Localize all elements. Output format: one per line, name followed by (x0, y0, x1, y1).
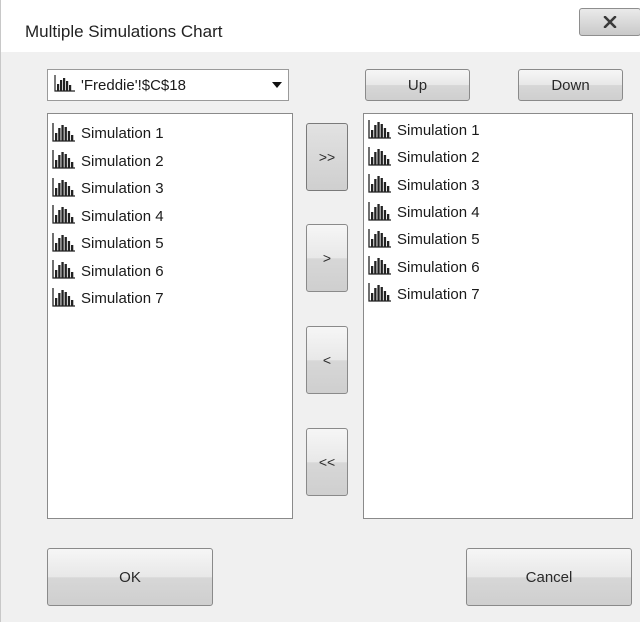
window-title: Multiple Simulations Chart (25, 22, 223, 41)
list-item[interactable]: Simulation 4 (48, 203, 292, 231)
histogram-chart-icon (368, 282, 392, 306)
histogram-chart-icon (368, 146, 392, 170)
list-item[interactable]: Simulation 4 (364, 199, 632, 226)
list-item[interactable]: Simulation 1 (364, 117, 632, 144)
list-item-label: Simulation 7 (397, 285, 480, 303)
list-item[interactable]: Simulation 3 (364, 172, 632, 199)
histogram-chart-icon (368, 228, 392, 252)
histogram-chart-icon (52, 149, 76, 173)
histogram-chart-icon (52, 177, 76, 201)
list-item[interactable]: Simulation 5 (48, 230, 292, 258)
list-item[interactable]: Simulation 5 (364, 226, 632, 253)
list-item[interactable]: Simulation 2 (48, 148, 292, 176)
ok-button[interactable]: OK (47, 548, 213, 606)
list-item-label: Simulation 1 (397, 122, 480, 140)
list-item[interactable]: Simulation 1 (48, 120, 292, 148)
close-icon (603, 16, 617, 28)
title-bar: Multiple Simulations Chart (1, 0, 640, 52)
list-item-label: Simulation 2 (397, 149, 480, 167)
available-simulations-list[interactable]: Simulation 1 Simulation 2 Simulation 3 Simu… (47, 113, 293, 519)
source-cell-dropdown[interactable]: 'Freddie'!$C$18 (47, 69, 289, 101)
list-item-label: Simulation 6 (397, 258, 480, 276)
list-item-label: Simulation 5 (397, 231, 480, 249)
list-item-label: Simulation 2 (81, 152, 164, 170)
list-item[interactable]: Simulation 3 (48, 175, 292, 203)
list-item-label: Simulation 3 (397, 176, 480, 194)
histogram-chart-icon (368, 255, 392, 279)
histogram-chart-icon (368, 201, 392, 225)
histogram-chart-icon (52, 287, 76, 311)
list-item-label: Simulation 1 (81, 125, 164, 143)
list-item[interactable]: Simulation 7 (364, 281, 632, 308)
chevron-down-icon[interactable] (266, 82, 288, 88)
list-item-label: Simulation 4 (81, 207, 164, 225)
down-button[interactable]: Down (518, 69, 623, 101)
list-item-label: Simulation 6 (81, 262, 164, 280)
list-item-label: Simulation 4 (397, 204, 480, 222)
add-button[interactable]: > (306, 224, 348, 292)
histogram-chart-icon (52, 122, 76, 146)
close-button[interactable] (579, 8, 640, 36)
histogram-chart-icon (368, 173, 392, 197)
cancel-button[interactable]: Cancel (466, 548, 632, 606)
histogram-chart-icon (52, 232, 76, 256)
list-item-label: Simulation 3 (81, 180, 164, 198)
list-item-label: Simulation 7 (81, 290, 164, 308)
histogram-chart-icon (52, 259, 76, 283)
add-all-button[interactable]: >> (306, 123, 348, 191)
list-item-label: Simulation 5 (81, 235, 164, 253)
source-cell-value: 'Freddie'!$C$18 (81, 76, 186, 94)
histogram-chart-icon (52, 204, 76, 228)
list-item[interactable]: Simulation 6 (364, 253, 632, 280)
list-item[interactable]: Simulation 2 (364, 144, 632, 171)
remove-all-button[interactable]: << (306, 428, 348, 496)
list-item[interactable]: Simulation 6 (48, 258, 292, 286)
remove-button[interactable]: < (306, 326, 348, 394)
selected-simulations-list[interactable]: Simulation 1 Simulation 2 Simulation 3 Simu… (363, 113, 633, 519)
list-item[interactable]: Simulation 7 (48, 285, 292, 313)
up-button[interactable]: Up (365, 69, 470, 101)
dialog-window: Multiple Simulations Chart 'Freddie'!$C$… (0, 0, 640, 622)
histogram-chart-icon (54, 74, 76, 96)
histogram-chart-icon (368, 119, 392, 143)
